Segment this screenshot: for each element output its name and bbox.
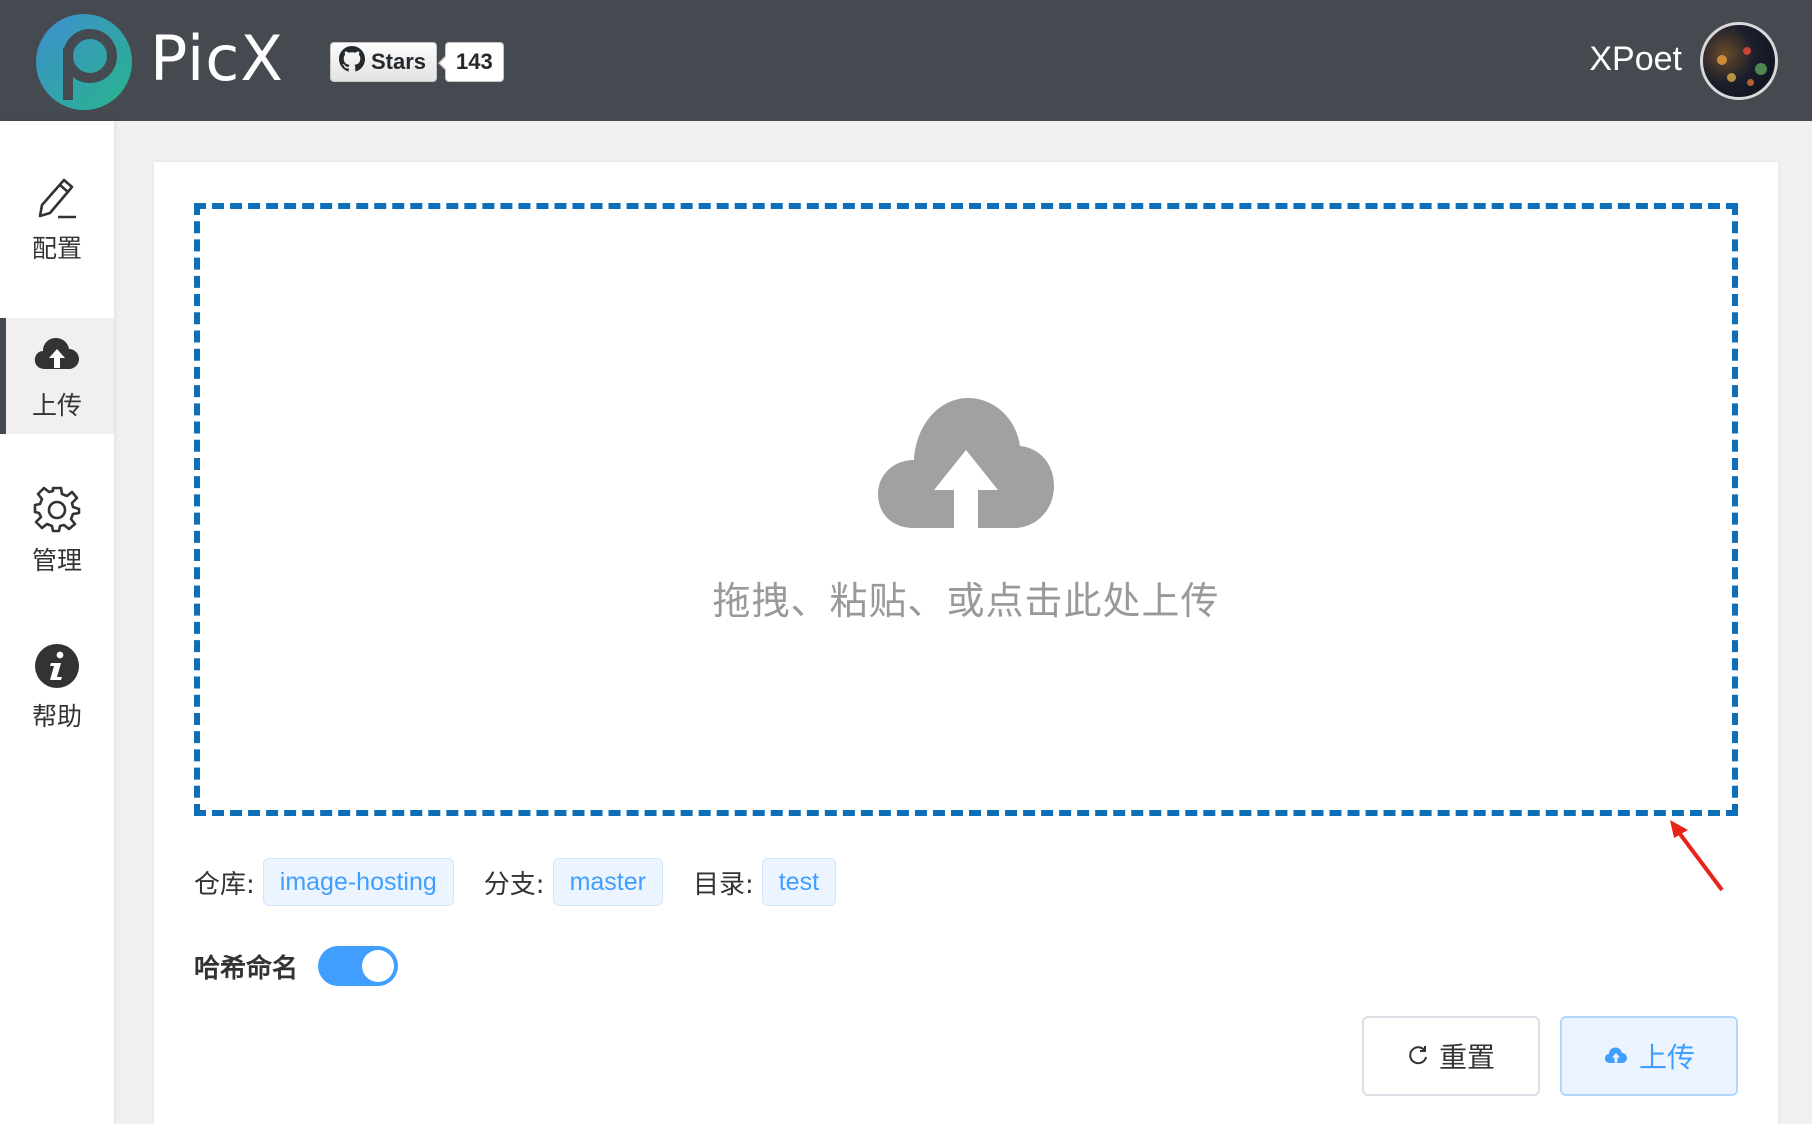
brand-name[interactable]: PicX — [150, 22, 284, 95]
upload-button[interactable]: 上传 — [1560, 1016, 1738, 1096]
upload-label: 上传 — [1638, 1041, 1695, 1074]
sidebar-item-label: 帮助 — [31, 702, 82, 731]
sidebar-item-label: 配置 — [31, 234, 82, 263]
sidebar-item-manage[interactable]: 管理 — [0, 473, 114, 589]
gear-icon — [32, 485, 82, 535]
repo-label: 仓库: — [194, 869, 255, 900]
username[interactable]: XPoet — [1589, 40, 1682, 79]
hash-naming-label: 哈希命名 — [194, 953, 299, 984]
sidebar-item-label: 管理 — [31, 546, 82, 575]
avatar[interactable] — [1700, 22, 1778, 100]
pencil-icon — [32, 173, 82, 223]
hash-naming-toggle[interactable] — [318, 946, 399, 986]
cloud-upload-icon — [32, 330, 82, 380]
upload-dropzone[interactable]: 拖拽、粘贴、或点击此处上传 — [194, 203, 1738, 816]
github-stars-count[interactable]: 143 — [438, 42, 504, 82]
cloud-upload-icon — [876, 394, 1056, 532]
github-stars-widget[interactable]: Stars 143 — [330, 42, 504, 82]
info-icon — [32, 641, 82, 691]
sidebar-item-config[interactable]: 配置 — [0, 161, 114, 277]
sidebar-item-label: 上传 — [31, 391, 82, 420]
repo-tag: image-hosting — [262, 858, 454, 906]
repo-info-row: 仓库: image-hosting 分支: master 目录: test — [194, 858, 866, 906]
sidebar: 配置 上传 管理 帮助 — [0, 121, 114, 1124]
annotation-arrow-icon — [1670, 820, 1724, 892]
github-stars-label: Stars — [371, 49, 427, 74]
sidebar-item-upload[interactable]: 上传 — [0, 318, 114, 434]
github-icon — [339, 46, 365, 78]
sidebar-item-help[interactable]: 帮助 — [0, 629, 114, 745]
app-header: PicX Stars 143 XPoet — [0, 0, 1812, 121]
branch-tag: master — [552, 858, 663, 906]
branch-label: 分支: — [483, 869, 545, 900]
cloud-upload-icon — [1603, 1040, 1629, 1073]
dropzone-hint: 拖拽、粘贴、或点击此处上传 — [712, 579, 1220, 623]
hash-naming-row: 哈希命名 — [194, 945, 399, 987]
github-stars-button[interactable]: Stars — [330, 42, 438, 82]
reset-label: 重置 — [1438, 1041, 1495, 1074]
refresh-icon — [1407, 1040, 1429, 1073]
dir-label: 目录: — [692, 869, 754, 900]
picx-logo-icon[interactable] — [34, 12, 134, 112]
reset-button[interactable]: 重置 — [1362, 1016, 1540, 1096]
dir-tag: test — [761, 858, 837, 906]
